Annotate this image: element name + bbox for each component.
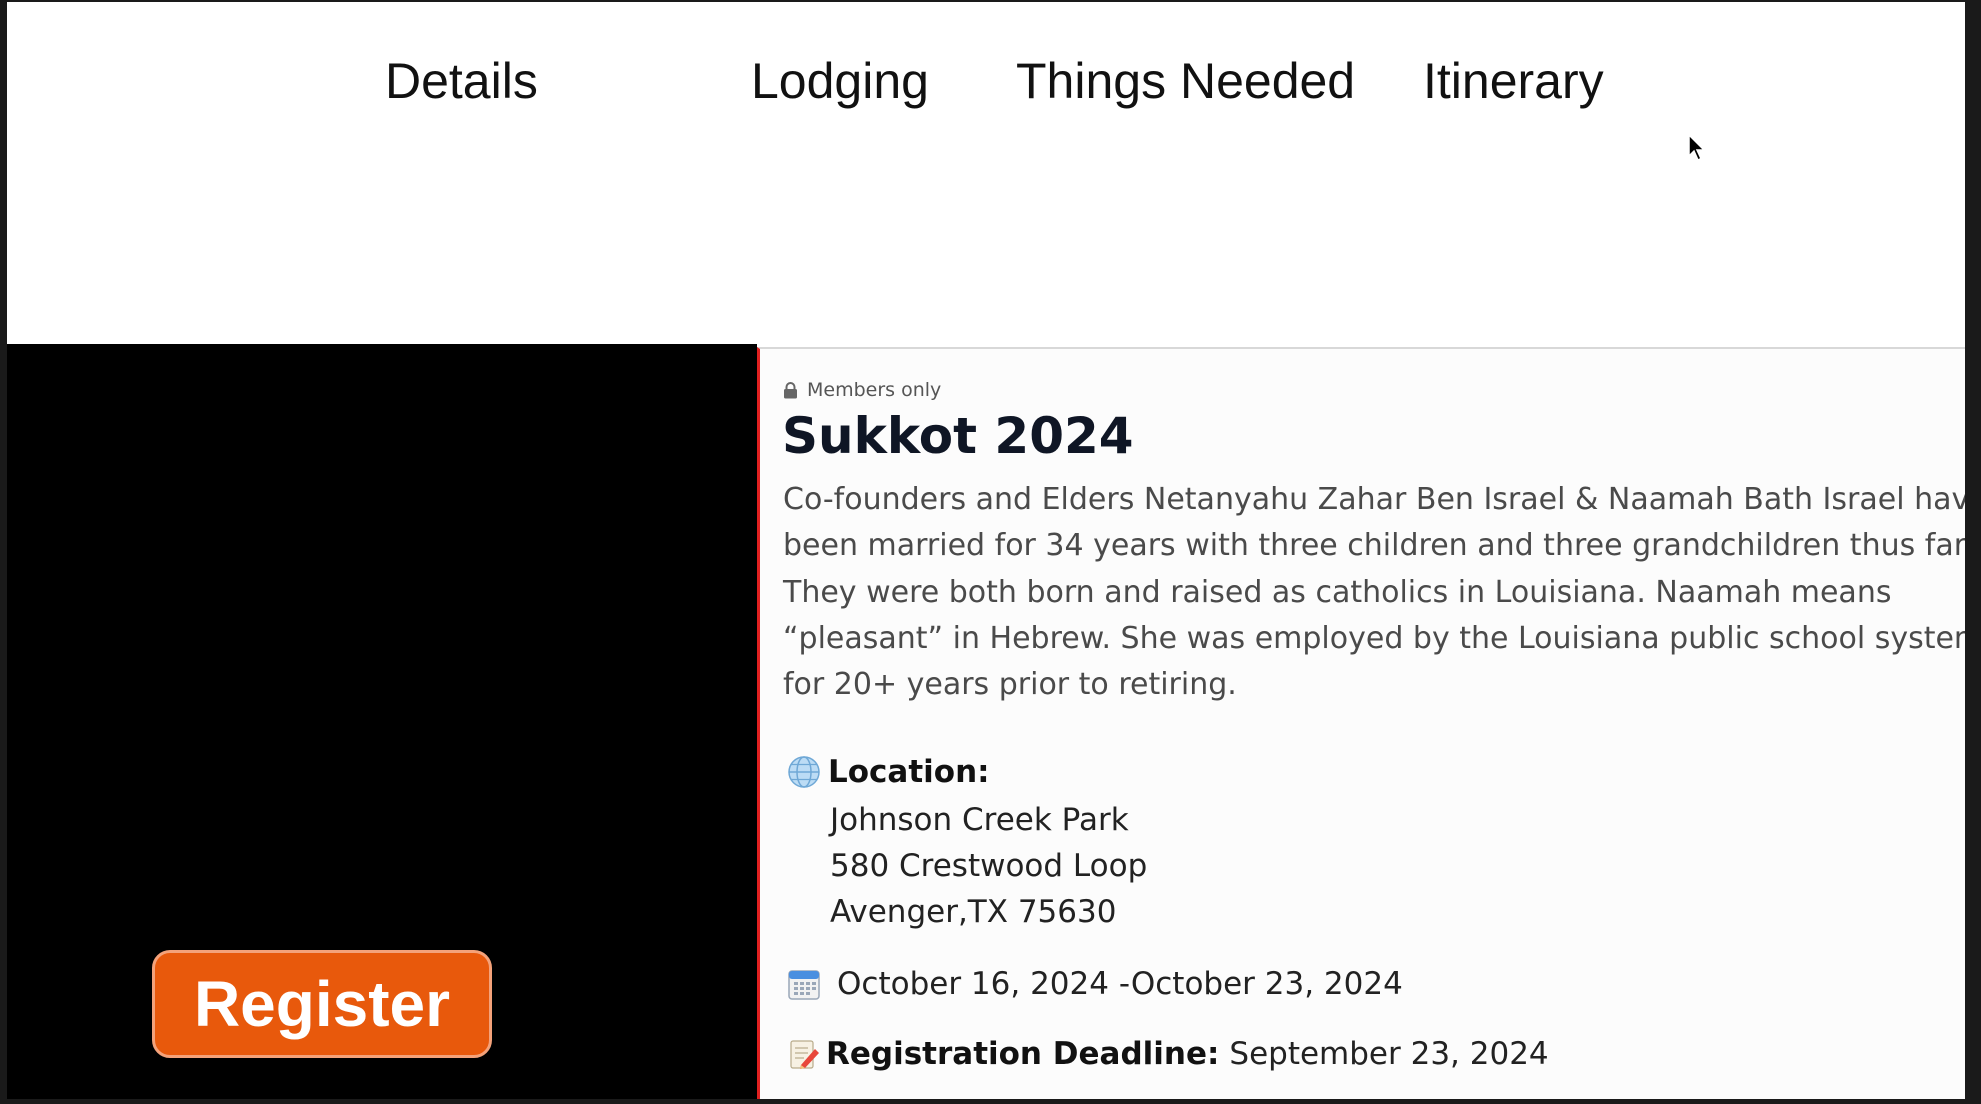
mouse-pointer-icon xyxy=(1688,134,1706,162)
nav-details-link[interactable]: Details xyxy=(385,52,538,110)
location-label: Location: xyxy=(828,754,990,790)
location-street: 580 Crestwood Loop xyxy=(830,848,1148,884)
event-dates: October 16, 2024 -October 23, 2024 xyxy=(787,966,1403,1002)
nav-things-needed-link[interactable]: Things Needed xyxy=(1016,52,1355,110)
location-city: Avenger,TX 75630 xyxy=(830,894,1117,930)
event-image-panel: Register xyxy=(7,344,757,1099)
top-navigation: Details Lodging Things Needed Itinerary xyxy=(7,2,1965,342)
event-description: Co-founders and Elders Netanyahu Zahar B… xyxy=(783,482,1965,703)
register-button[interactable]: Register xyxy=(152,950,492,1058)
memo-icon xyxy=(790,1040,819,1069)
event-details-panel: Members only Sukkot 2024 Co-founders and… xyxy=(757,347,1965,1099)
nav-lodging-link[interactable]: Lodging xyxy=(751,52,929,110)
registration-deadline: Registration Deadline: September 23, 202… xyxy=(788,1036,1549,1072)
lock-icon xyxy=(784,381,797,398)
globe-icon xyxy=(788,756,820,788)
browser-viewport: Details Lodging Things Needed Itinerary … xyxy=(7,2,1965,1099)
members-only-badge: Members only xyxy=(783,379,941,401)
event-title: Sukkot 2024 xyxy=(782,407,1134,465)
location-heading: Location: xyxy=(787,754,990,790)
calendar-icon xyxy=(788,970,820,1000)
nav-itinerary-link[interactable]: Itinerary xyxy=(1423,52,1604,110)
deadline-value: September 23, 2024 xyxy=(1229,1036,1549,1072)
event-date-range: October 16, 2024 -October 23, 2024 xyxy=(837,966,1403,1002)
location-name: Johnson Creek Park xyxy=(830,802,1129,838)
deadline-label: Registration Deadline: xyxy=(826,1036,1220,1072)
members-only-label: Members only xyxy=(807,379,942,401)
